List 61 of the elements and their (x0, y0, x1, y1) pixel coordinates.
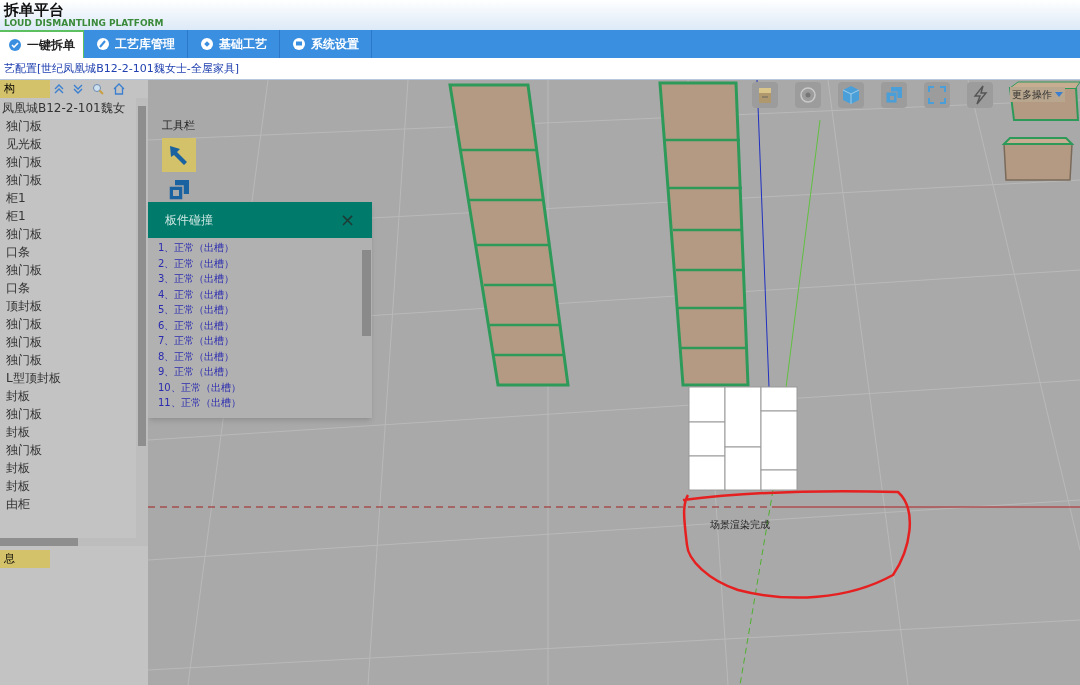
copy-icon (168, 178, 190, 201)
tree-item[interactable]: 独门板 (0, 117, 42, 135)
tree-item[interactable]: 独门板 (0, 225, 42, 243)
tab-icon (8, 38, 22, 52)
collision-item[interactable]: 4、正常（出槽） (158, 286, 235, 302)
search-icon[interactable] (92, 83, 104, 95)
tree-item[interactable]: 见光板 (0, 135, 42, 153)
tool-button[interactable] (162, 137, 196, 172)
collapse-all-icon[interactable] (54, 84, 64, 94)
tree-item[interactable]: 独门板 (0, 171, 42, 189)
nav-tab[interactable]: 一键拆单 (0, 30, 84, 58)
caret-icon (1055, 92, 1063, 97)
tree-item[interactable]: 独门板 (0, 315, 42, 333)
tree-item[interactable]: L型顶封板 (0, 369, 61, 387)
collision-item[interactable]: 9、正常（出槽） (158, 364, 235, 380)
tree-item[interactable]: 封板 (0, 477, 30, 495)
tree-item[interactable]: 独门板 (0, 153, 42, 171)
tree-item[interactable]: 独门板 (0, 333, 42, 351)
tree-item[interactable]: 封板 (0, 459, 30, 477)
collision-item[interactable]: 5、正常（出槽） (158, 302, 235, 318)
tree-item[interactable]: 顶封板 (0, 297, 42, 315)
scrollbar[interactable] (136, 98, 148, 538)
home-icon[interactable] (113, 83, 125, 95)
status-message: 场景渲染完成 (710, 518, 770, 532)
app-subtitle: LOUD DISMANTLING PLATFORM (4, 17, 164, 28)
app-title: 拆单平台 (4, 2, 64, 18)
tree-item[interactable]: 柜1 (0, 207, 26, 225)
tree-item[interactable]: 独门板 (0, 261, 42, 279)
tree-item[interactable]: 口条 (0, 243, 30, 261)
tree-item[interactable]: 独门板 (0, 405, 42, 423)
more-actions-dropdown[interactable]: 更多操作 (1010, 87, 1065, 102)
tree-item[interactable]: 口条 (0, 279, 30, 297)
view-button[interactable] (967, 82, 993, 108)
collision-item[interactable]: 6、正常（出槽） (158, 317, 235, 333)
collision-item[interactable]: 8、正常（出槽） (158, 348, 235, 364)
view-button[interactable] (838, 82, 864, 108)
3d-viewport[interactable]: 工具栏 板件碰撞 × 1、正常（出槽） 2、正常（出槽） 3、正常（出槽） 4、正常（出槽） 5、正常（出槽） 6、正常（出槽） 7、正常（出槽） 8、正常（出槽） 9、正常（出槽） 10、正常（出槽） 11、正常（出槽） 更多操作 场景渲染完成 (148, 80, 1080, 685)
tree-item[interactable]: 独门板 (0, 441, 42, 459)
collision-item[interactable]: 1、正常（出槽） (158, 240, 235, 256)
tree-item[interactable]: 凤凰城B12-2-101魏女 (0, 99, 125, 117)
tab-icon (200, 37, 214, 51)
collision-item[interactable]: 11、正常（出槽） (158, 395, 241, 411)
view-button[interactable] (752, 82, 778, 108)
tree-item[interactable]: 独门板 (0, 351, 42, 369)
toolbar-title: 工具栏 (162, 118, 195, 134)
collision-item[interactable]: 10、正常（出槽） (158, 379, 241, 395)
expand-all-icon[interactable] (73, 84, 83, 94)
tree-item[interactable]: 封板 (0, 423, 30, 441)
tab-icon (292, 37, 306, 51)
horizontal-scrollbar[interactable] (0, 538, 148, 546)
tree-item[interactable]: 由柜 (0, 495, 30, 513)
dialog-title: 板件碰撞 (165, 212, 213, 229)
collision-item[interactable]: 7、正常（出槽） (158, 333, 235, 349)
collision-item[interactable]: 2、正常（出槽） (158, 255, 235, 271)
panel-title: 息 (0, 550, 50, 568)
tab-icon (96, 37, 110, 51)
tree-item[interactable]: 柜1 (0, 189, 26, 207)
collision-item[interactable]: 3、正常（出槽） (158, 271, 235, 287)
view-button[interactable] (795, 82, 821, 108)
panel-title: 构 (0, 80, 50, 98)
tree-item[interactable]: 封板 (0, 387, 30, 405)
